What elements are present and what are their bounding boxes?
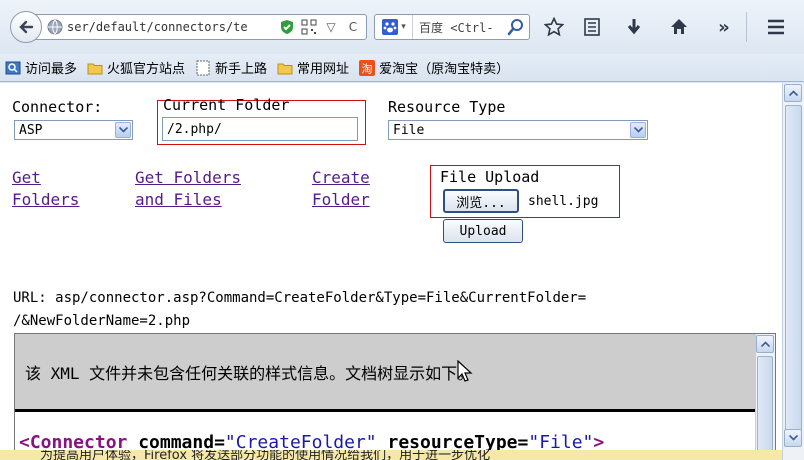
notification-text: 为提高用户体验，Firefox 将发送部分功能的使用情况给我们，用于进一步优化 [40,450,491,460]
most-visited-icon [5,61,21,74]
bookmark-star-button[interactable] [540,13,568,41]
taobao-icon: 淘 [359,59,376,76]
request-url-line-1: URL: asp/connector.asp?Command=CreateFol… [13,290,587,306]
downloads-button[interactable] [620,13,648,41]
get-folders-and-files-link[interactable]: Get Folders and Files [135,167,241,211]
request-url-line-2: /&NewFolderName=2.php [13,313,191,329]
bookmark-getting-started[interactable]: 新手上路 [195,58,267,77]
page-content: Connector: ASP Current Folder /2.php/ Re… [0,83,782,460]
folder-icon [87,63,103,74]
folder-icon [277,63,293,74]
star-icon [544,17,564,37]
blank-page-icon [196,60,210,75]
back-arrow-icon [19,20,34,34]
svg-text:淘: 淘 [362,62,373,75]
upload-button[interactable]: Upload [443,219,523,243]
connector-label: Connector: [12,98,103,116]
home-icon [671,19,687,34]
search-engine-selector[interactable]: ▾ [375,15,413,39]
dropdown-arrow-icon[interactable]: ▽ [322,18,340,36]
search-bar[interactable]: ▾ 百度 <Ctrl- [374,14,530,40]
bookmark-common-sites[interactable]: 常用网址 [277,58,349,77]
resource-type-label: Resource Type [388,98,506,116]
page-scroll-thumb[interactable] [785,105,802,435]
reading-list-button[interactable] [578,13,606,41]
file-upload-label: File Upload [440,168,540,186]
back-button[interactable] [10,11,42,43]
navigation-toolbar: ser/default/connectors/te ▽ C ▾ 百度 <Ctrl… [0,0,804,54]
bookmark-firefox-sites[interactable]: 火狐官方站点 [87,58,185,77]
resource-type-select[interactable]: File [388,120,648,140]
telemetry-notification-bar: 为提高用户体验，Firefox 将发送部分功能的使用情况给我们，用于进一步优化 [0,450,782,460]
bookmarks-list-icon [584,18,600,36]
url-text[interactable]: ser/default/connectors/te [67,20,253,34]
xml-frame-scroll-thumb[interactable] [757,356,773,456]
home-button[interactable] [665,13,693,41]
scroll-down-icon[interactable] [784,429,802,447]
chevron-down-icon [115,122,131,138]
chevron-down-icon: ▾ [401,22,406,32]
selected-file-name: shell.jpg [528,194,599,209]
scroll-up-icon[interactable] [784,84,802,102]
xml-frame-scrollbar[interactable] [755,334,775,459]
search-icon[interactable] [506,17,526,37]
url-bar[interactable]: ser/default/connectors/te ▽ C [30,14,367,40]
globe-icon [47,19,63,35]
xml-response-frame: 该 XML 文件并未包含任何关联的样式信息。文档树显示如下。 <Connecto… [14,333,776,460]
reload-icon[interactable]: C [344,18,362,36]
browse-button[interactable]: 浏览... [443,189,519,213]
bookmarks-toolbar: 访问最多 火狐官方站点 新手上路 常用网址 淘 爱淘宝（原淘宝特卖） [0,54,804,82]
bookmark-most-visited[interactable]: 访问最多 [5,58,77,77]
menu-button[interactable] [762,13,790,41]
current-folder-input[interactable]: /2.php/ [162,117,358,141]
overflow-chevron-icon[interactable]: » [710,13,738,41]
download-arrow-icon [627,19,641,35]
current-folder-label: Current Folder [163,96,290,114]
create-folder-link[interactable]: Create Folder [312,167,370,211]
connector-select[interactable]: ASP [14,120,133,140]
xml-style-notice: 该 XML 文件并未包含任何关联的样式信息。文档树显示如下。 [15,334,755,412]
page-scrollbar[interactable] [782,83,804,460]
get-folders-link[interactable]: Get Folders [12,167,79,211]
baidu-paw-icon [382,19,399,35]
mouse-cursor-icon [457,360,473,382]
search-input[interactable]: 百度 <Ctrl- [413,19,503,36]
qrcode-icon[interactable] [300,18,318,36]
toolbar-separator [746,12,747,42]
chevron-down-icon [630,122,646,138]
bookmark-taobao[interactable]: 淘 爱淘宝（原淘宝特卖） [359,58,509,77]
hamburger-menu-icon [768,19,784,35]
scroll-up-icon[interactable] [756,335,774,353]
shield-icon[interactable] [278,18,296,36]
